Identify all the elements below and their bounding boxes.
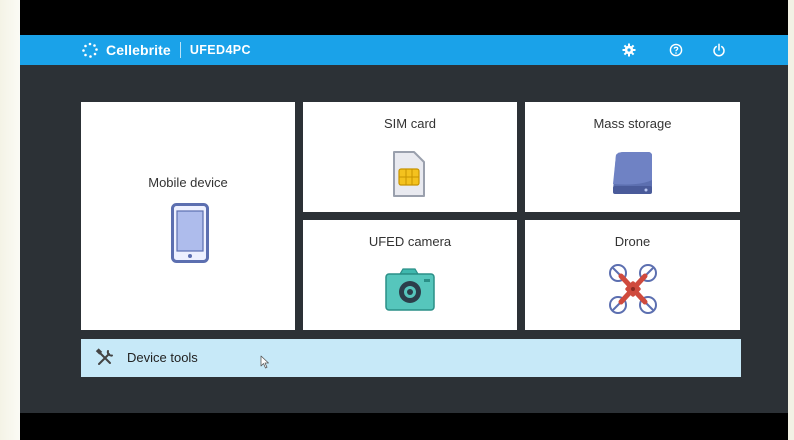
tile-mobile-device[interactable]: Mobile device (81, 102, 295, 330)
ufed-camera-label: UFED camera (368, 234, 452, 249)
tile-sim-card[interactable]: SIM card (303, 102, 517, 212)
phone-icon (171, 203, 209, 263)
tile-ufed-camera[interactable]: UFED camera (303, 220, 517, 330)
camera-icon (385, 268, 435, 311)
header-divider (179, 42, 181, 58)
drone-label: Drone (614, 234, 651, 249)
settings-gear-icon[interactable] (621, 42, 637, 58)
app-window: Cellebrite UFED4PC Mobile device SIM car… (20, 35, 788, 413)
tile-mass-storage[interactable]: Mass storage (525, 102, 740, 212)
device-tools-button[interactable]: Device tools (81, 339, 741, 377)
photo-background-right (788, 0, 794, 440)
hard-drive-icon (613, 152, 652, 194)
brand-name: Cellebrite (106, 42, 171, 58)
photo-background-left (0, 0, 20, 440)
mobile-device-label: Mobile device (148, 175, 228, 190)
power-icon[interactable] (711, 42, 727, 58)
sim-card-icon (393, 151, 425, 197)
device-tools-label: Device tools (127, 350, 198, 365)
product-name: UFED4PC (189, 43, 251, 57)
tools-icon (95, 348, 113, 365)
sim-card-label: SIM card (383, 116, 436, 131)
drone-icon (609, 264, 657, 314)
brand-logo: Cellebrite UFED4PC (80, 41, 251, 59)
tile-drone[interactable]: Drone (525, 220, 740, 330)
cellebrite-logo-icon (82, 42, 98, 58)
mouse-pointer-icon (260, 355, 269, 369)
help-icon[interactable] (668, 42, 684, 58)
monitor-screen: Cellebrite UFED4PC Mobile device SIM car… (20, 0, 788, 440)
header-bar: Cellebrite UFED4PC (20, 35, 788, 65)
mass-storage-label: Mass storage (593, 116, 672, 131)
